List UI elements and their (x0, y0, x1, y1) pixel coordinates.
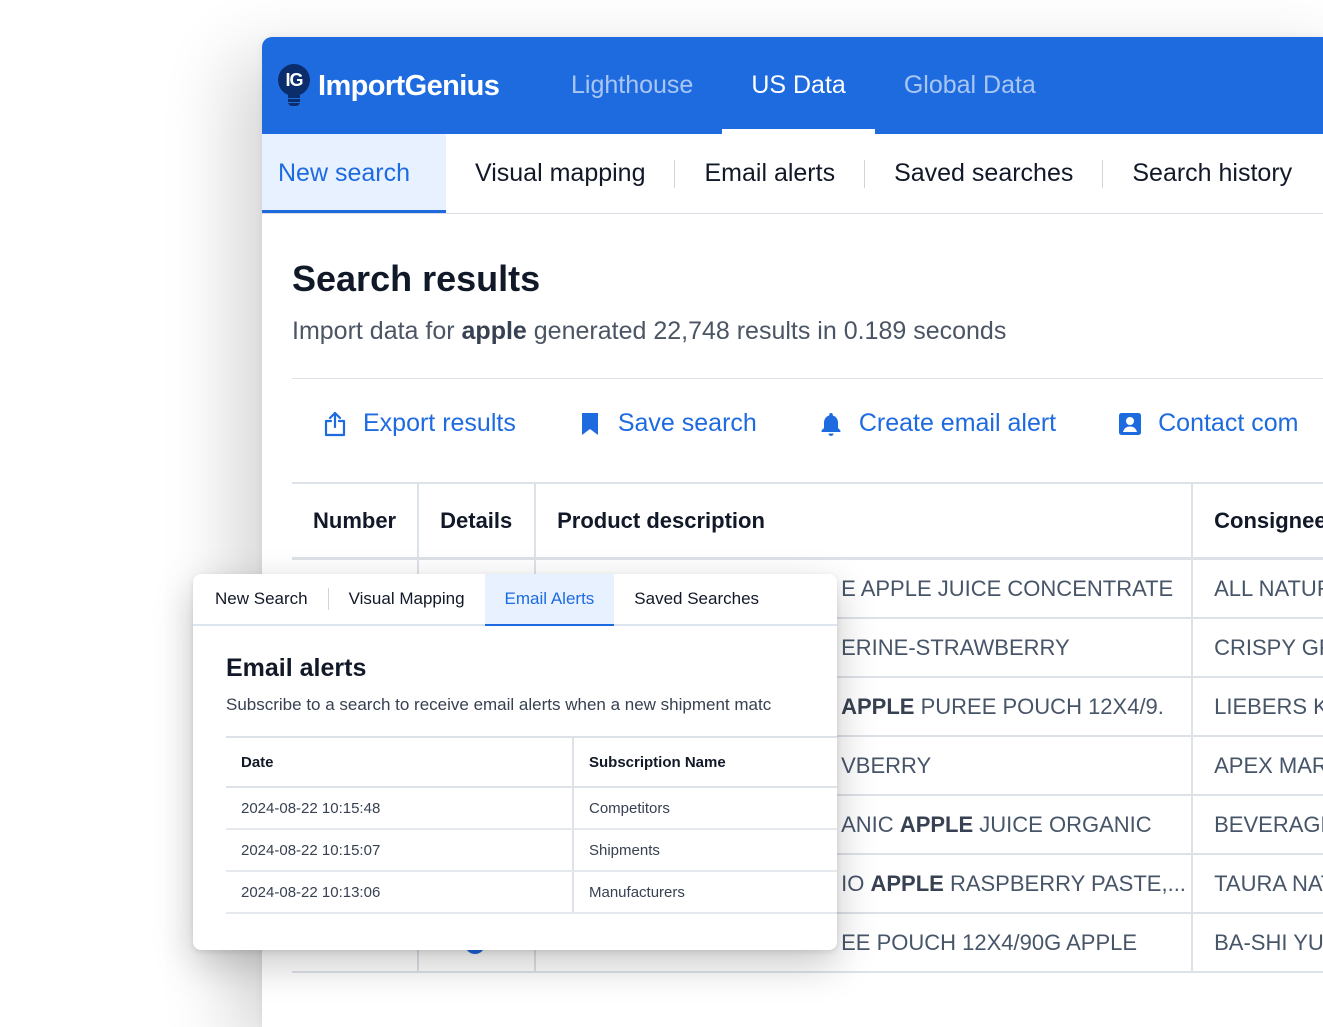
email-alerts-title: Email alerts (226, 654, 367, 682)
export-results-button[interactable]: Export results (323, 409, 516, 438)
column-header-date[interactable]: Date (226, 737, 574, 788)
tab-email-alerts[interactable]: Email alerts (675, 134, 864, 212)
card-tab-visual-mapping[interactable]: Visual Mapping (329, 574, 485, 624)
desc-text: ANIC (841, 811, 900, 837)
contact-company-button[interactable]: Contact com (1118, 409, 1298, 438)
logo-bulb-base (288, 95, 300, 106)
export-results-label: Export results (363, 409, 516, 437)
brand-logo[interactable]: IG ImportGenius (278, 63, 500, 109)
column-header-consignee[interactable]: Consignee (1192, 483, 1323, 560)
tab-visual-mapping[interactable]: Visual mapping (446, 134, 674, 212)
top-navigation-bar: IG ImportGenius Lighthouse US Data Globa… (262, 37, 1323, 134)
desc-text: ERINE-STRAWBERRY (841, 634, 1070, 660)
alert-row[interactable]: 2024-08-22 10:15:48 Competitors (226, 787, 837, 830)
consignee-cell[interactable]: BA-SHI YUE (1192, 913, 1323, 973)
desc-text: VBERRY (841, 752, 932, 778)
brand-name: ImportGenius (318, 69, 500, 102)
summary-suffix: generated 22,748 results in 0.189 second… (526, 317, 1007, 345)
card-tab-saved-searches[interactable]: Saved Searches (614, 574, 779, 624)
column-header-product-description[interactable]: Product description (535, 483, 1194, 560)
bookmark-icon (578, 411, 602, 437)
card-tab-bar: New Search Visual Mapping Email Alerts S… (193, 574, 837, 626)
tab-search-history[interactable]: Search history (1103, 134, 1321, 212)
lightbulb-logo-icon: IG (278, 64, 310, 108)
contact-icon (1118, 411, 1142, 437)
results-action-bar: Export results Save search Create email … (323, 409, 1323, 438)
desc-highlight: APPLE (841, 693, 915, 719)
top-nav-lighthouse[interactable]: Lighthouse (542, 37, 722, 134)
desc-text: E APPLE JUICE CONCENTRATE (841, 575, 1174, 601)
email-alerts-subtitle: Subscribe to a search to receive email a… (226, 695, 772, 714)
alert-date: 2024-08-22 10:13:06 (226, 871, 574, 914)
divider (292, 378, 1323, 379)
top-nav-us-data[interactable]: US Data (722, 37, 876, 134)
save-search-button[interactable]: Save search (578, 409, 757, 438)
export-icon (323, 411, 347, 437)
desc-text: IO (841, 870, 871, 896)
consignee-cell[interactable]: CRISPY GRE (1192, 618, 1323, 678)
email-alerts-table: Date Subscription Name 2024-08-22 10:15:… (226, 736, 837, 914)
desc-text: RASPBERRY PASTE,... (943, 870, 1186, 896)
column-header-details[interactable]: Details (418, 483, 537, 560)
column-header-subscription-name[interactable]: Subscription Name (573, 737, 837, 788)
alert-date: 2024-08-22 10:15:48 (226, 787, 574, 830)
contact-company-label: Contact com (1158, 409, 1299, 437)
alert-date: 2024-08-22 10:15:07 (226, 829, 574, 872)
tab-saved-searches[interactable]: Saved searches (865, 134, 1102, 212)
top-nav: Lighthouse US Data Global Data (542, 37, 1065, 134)
desc-text: PUREE POUCH 12X4/9. (914, 693, 1164, 719)
alert-subscription-name: Competitors (573, 787, 837, 830)
consignee-cell[interactable]: TAURA NAT (1192, 854, 1323, 914)
card-tab-new-search[interactable]: New Search (193, 574, 328, 624)
bell-icon (819, 411, 843, 437)
consignee-cell[interactable]: LIEBERS KO (1192, 677, 1323, 737)
alert-subscription-name: Manufacturers (573, 871, 837, 914)
logo-mark: IG (278, 64, 310, 96)
desc-highlight: APPLE (899, 811, 974, 837)
results-summary: Import data for apple generated 22,748 r… (292, 317, 1006, 346)
table-header-row: Number Details Product description Consi… (292, 483, 1323, 560)
summary-prefix: Import data for (292, 317, 462, 345)
search-query: apple (461, 317, 527, 345)
email-alerts-card: New Search Visual Mapping Email Alerts S… (193, 574, 837, 950)
page-title: Search results (292, 258, 541, 299)
alert-subscription-name: Shipments (573, 829, 837, 872)
alert-row[interactable]: 2024-08-22 10:15:07 Shipments (226, 829, 837, 872)
consignee-cell[interactable]: APEX MARI (1192, 736, 1323, 796)
column-header-number[interactable]: Number (292, 483, 420, 560)
alerts-header-row: Date Subscription Name (226, 737, 837, 788)
create-email-alert-button[interactable]: Create email alert (819, 409, 1056, 438)
desc-text: JUICE ORGANIC (973, 811, 1152, 837)
sub-navigation-tabs: New search Visual mapping Email alerts S… (262, 134, 1323, 214)
tab-new-search[interactable]: New search (262, 134, 446, 213)
create-email-alert-label: Create email alert (858, 409, 1057, 437)
card-tab-email-alerts[interactable]: Email Alerts (484, 574, 615, 626)
top-nav-global-data[interactable]: Global Data (875, 37, 1065, 134)
save-search-label: Save search (617, 409, 757, 437)
desc-highlight: APPLE (870, 870, 944, 896)
consignee-cell[interactable]: BEVERAGE I (1192, 795, 1323, 855)
desc-text: EE POUCH 12X4/90G APPLE (841, 929, 1138, 955)
consignee-cell[interactable]: ALL NATURA (1192, 558, 1323, 619)
alert-row[interactable]: 2024-08-22 10:13:06 Manufacturers (226, 871, 837, 914)
